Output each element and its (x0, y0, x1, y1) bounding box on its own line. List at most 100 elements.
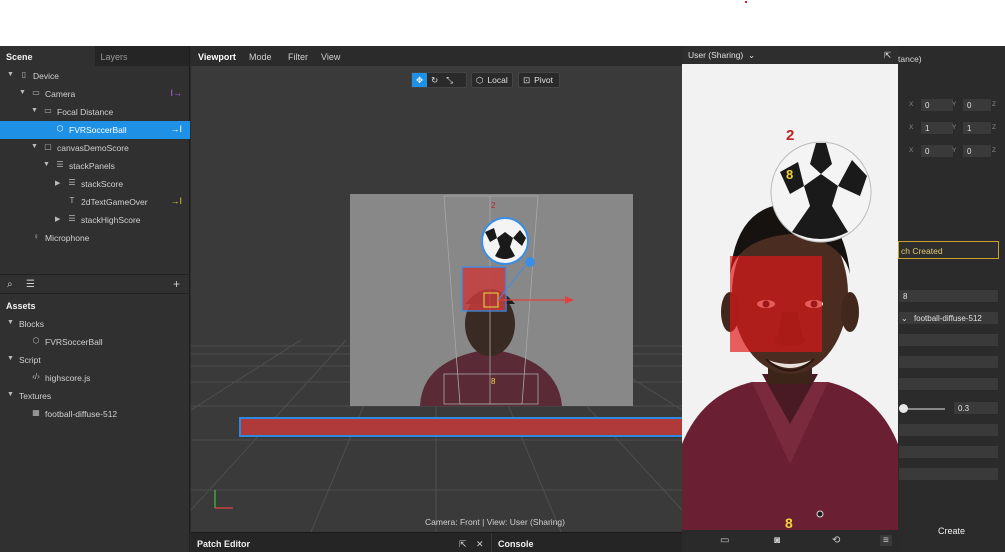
tree-item[interactable]: ▼ Blocks (0, 315, 190, 333)
texture-select[interactable]: ⌄ football-diffuse-512 (898, 311, 999, 325)
close-icon[interactable]: ✕ (476, 539, 484, 550)
empty-field-2[interactable] (898, 355, 999, 369)
caret-icon[interactable]: ▶ (55, 215, 60, 223)
link-arrow-icon[interactable]: I→ (170, 88, 182, 98)
caret-icon[interactable]: ▼ (7, 391, 14, 398)
tree-item-label: FVRSoccerBall (45, 337, 103, 347)
transform-y-field[interactable]: 1 (962, 121, 992, 135)
left-panel: Scene Layers ▼ ▯ Device ▼ ▭ Camera I→ ▼ ▭ Focal D… (0, 46, 190, 552)
tree-item[interactable]: ⬡ FVRSoccerBall (0, 333, 190, 351)
chevron-down-icon[interactable]: ⌄ (748, 50, 755, 61)
tree-item[interactable]: T 2dTextGameOver →I (0, 193, 190, 211)
transform-y-field[interactable]: 0 (962, 98, 992, 112)
patch-editor-tab[interactable]: Patch Editor (197, 539, 250, 549)
tree-item[interactable]: ⬡ FVRSoccerBall →I (0, 121, 190, 139)
tree-item[interactable]: ▼ ☰ stackPanels (0, 157, 190, 175)
empty-field-3[interactable] (898, 377, 999, 391)
tree-item[interactable]: ▼ Script (0, 351, 190, 369)
caret-icon[interactable]: ▼ (7, 71, 14, 78)
console-tab[interactable]: Console (498, 539, 534, 549)
popout-icon[interactable]: ⇱ (459, 539, 467, 550)
transform-x-field[interactable]: 1 (920, 121, 954, 135)
preview-title[interactable]: User (Sharing) (688, 50, 743, 60)
stack-icon: ☰ (56, 160, 64, 169)
caret-icon[interactable]: ▼ (19, 89, 26, 96)
axis-x-label: X (909, 147, 914, 154)
tree-item[interactable]: ▶ ☰ stackScore (0, 175, 190, 193)
tab-layers[interactable]: Layers (95, 46, 190, 66)
slider-handle[interactable] (899, 404, 908, 413)
inspector-panel: tance) X0Y0ZX1Y1ZX0Y0Z ch Created 8 ⌄ fo… (898, 46, 1005, 552)
tree-item[interactable]: ‹/› highscore.js (0, 369, 190, 387)
video-icon[interactable]: ▭ (720, 535, 729, 546)
caret-icon[interactable]: ▼ (31, 107, 38, 114)
tab-scene[interactable]: Scene (0, 46, 95, 66)
filter-icon[interactable]: ☰ (26, 279, 35, 290)
empty-field-1[interactable] (898, 333, 999, 347)
viewport[interactable]: Viewport Mode Filter View ✥ ↻ ⤡ ⬡ Local ⊡ Pi… (191, 46, 682, 532)
move-tool-icon[interactable]: ✥ (412, 73, 428, 87)
rotate-tool-icon[interactable]: ↻ (427, 73, 442, 87)
number-field[interactable]: 8 (898, 289, 999, 303)
menu-icon[interactable]: ≡ (880, 535, 892, 546)
transform-x-field[interactable]: 0 (920, 144, 954, 158)
transform-x-field[interactable]: 0 (920, 98, 954, 112)
axis-z-label: Z (992, 101, 996, 108)
patch-created-button[interactable]: ch Created (898, 241, 999, 259)
preview-camera-feed[interactable]: 2 8 8 (682, 64, 898, 530)
tree-item-label: stackScore (81, 179, 124, 189)
camera-switch-icon[interactable]: ◙ (774, 535, 780, 546)
caret-icon[interactable]: ▼ (7, 319, 14, 326)
slider-track[interactable] (903, 408, 945, 410)
search-icon[interactable]: ⌕ (7, 279, 13, 290)
axis-y-label: Y (952, 124, 957, 131)
empty-field-4[interactable] (898, 423, 999, 437)
caret-icon[interactable]: ▼ (31, 143, 38, 150)
caret-icon[interactable]: ▶ (55, 179, 60, 187)
axis-gizmo-icon (214, 490, 233, 509)
tree-item[interactable]: ▶ ☰ stackHighScore (0, 211, 190, 229)
menu-filter[interactable]: Filter (288, 52, 308, 62)
left-toolbar: ⌕ ☰ + (0, 274, 190, 294)
preview-ball-number: 8 (786, 167, 793, 182)
create-button[interactable]: Create (898, 522, 1005, 540)
tree-item[interactable]: ▼ ▯ Device (0, 67, 190, 85)
viewport-score-bottom: 8 (491, 377, 496, 386)
pivot-toggle[interactable]: ⊡ Pivot (518, 72, 560, 88)
tree-item-label: FVRSoccerBall (69, 125, 127, 135)
viewport-scene: 2 8 (420, 195, 574, 406)
empty-field-5[interactable] (898, 445, 999, 459)
tree-item-label: Focal Distance (57, 107, 114, 117)
slider-value[interactable]: 0.3 (953, 401, 999, 415)
local-toggle[interactable]: ⬡ Local (471, 72, 513, 88)
tree-item[interactable]: ▦ football-diffuse-512 (0, 405, 190, 423)
assets-title: Assets (6, 301, 36, 311)
tree-item[interactable]: ♀ Microphone (0, 229, 190, 247)
empty-field-6[interactable] (898, 467, 999, 481)
texture-icon: ▦ (32, 408, 40, 417)
tree-item[interactable]: ▼ ▭ Focal Distance (0, 103, 190, 121)
link-arrow-icon[interactable]: →I (170, 196, 182, 206)
desktop-background (0, 0, 1005, 46)
menu-view[interactable]: View (321, 52, 340, 62)
tree-item-label: Blocks (19, 319, 45, 329)
menu-viewport[interactable]: Viewport (198, 52, 236, 62)
link-arrow-icon[interactable]: →I (170, 124, 182, 134)
add-icon[interactable]: + (173, 277, 180, 291)
caret-icon[interactable]: ▼ (43, 161, 50, 168)
preview-panel: User (Sharing) ⌄ ⇱ 2 8 8 ▭ ◙ ⟲ ≡ (682, 46, 898, 552)
preview-scene: 2 8 8 (682, 64, 898, 530)
popout-icon[interactable]: ⇱ (884, 50, 891, 61)
scale-tool-icon[interactable]: ⤡ (442, 73, 457, 87)
rotate-device-icon[interactable]: ⟲ (832, 535, 840, 546)
transform-y-field[interactable]: 0 (962, 144, 992, 158)
score-panel-bar[interactable] (239, 417, 682, 437)
stack-icon: ☰ (68, 178, 76, 187)
tree-item[interactable]: ▼ ▢ canvasDemoScore (0, 139, 190, 157)
tree-item-label: football-diffuse-512 (45, 409, 118, 419)
caret-icon[interactable]: ▼ (7, 355, 14, 362)
menu-mode[interactable]: Mode (249, 52, 272, 62)
tree-item[interactable]: ▼ ▭ Camera I→ (0, 85, 190, 103)
stack-icon: ☰ (68, 214, 76, 223)
tree-item[interactable]: ▼ Textures (0, 387, 190, 405)
